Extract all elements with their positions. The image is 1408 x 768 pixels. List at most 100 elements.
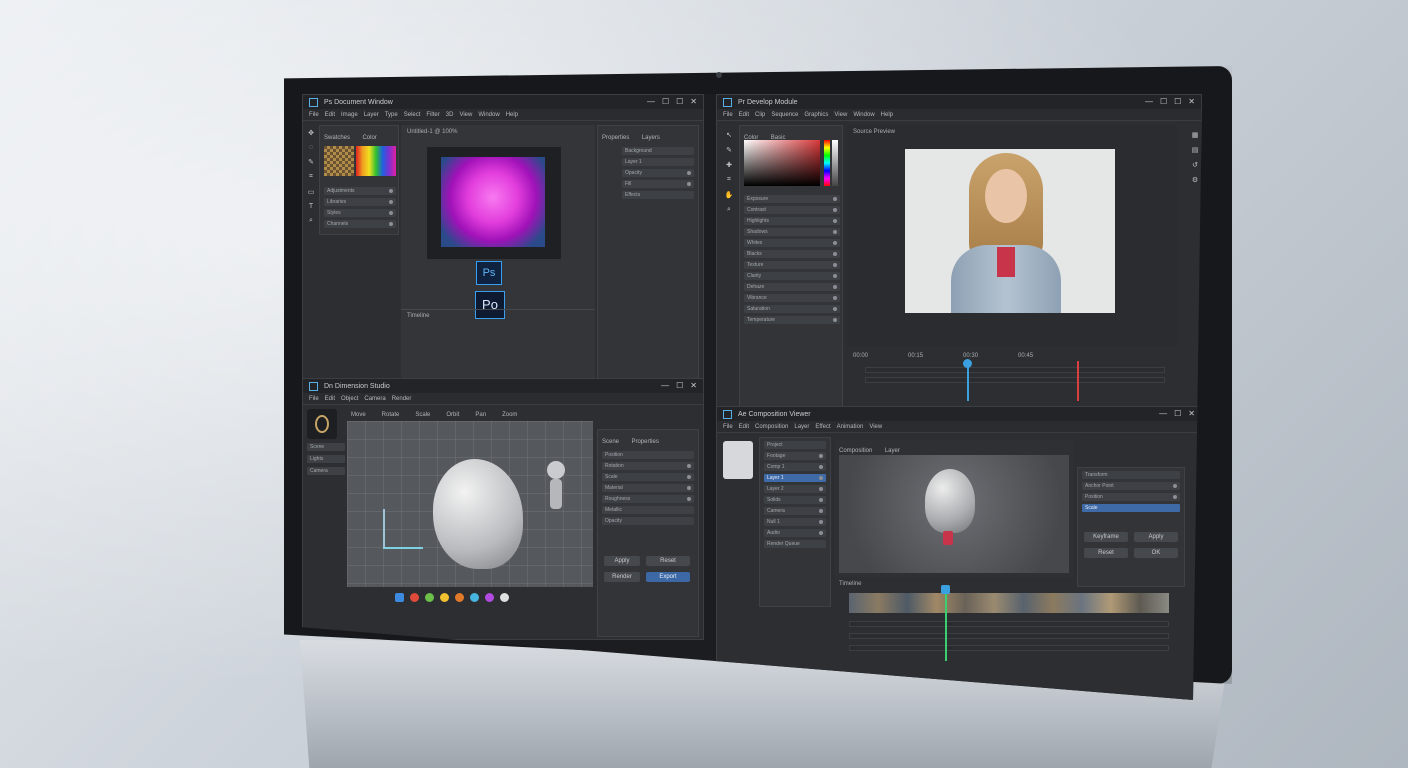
layer-row[interactable]: Fill [622, 180, 694, 188]
export-button[interactable]: Export [646, 572, 690, 582]
menu-view[interactable]: View [869, 424, 882, 430]
zoom-tool-icon[interactable]: ⌕ [309, 217, 313, 225]
tool-scale[interactable]: Scale [415, 412, 430, 418]
effect-row-selected[interactable]: Scale [1082, 504, 1180, 512]
project-item[interactable]: Camera [764, 507, 826, 515]
menu-view[interactable]: View [834, 112, 847, 118]
tool-move[interactable]: Move [351, 412, 366, 418]
brush-tool-icon[interactable]: ✎ [308, 158, 314, 166]
menu-file[interactable]: File [309, 112, 319, 118]
tool-pan[interactable]: Pan [475, 412, 486, 418]
slider-row[interactable]: Blacks [744, 250, 840, 258]
timeline-track[interactable] [865, 367, 1165, 373]
dock-app-icon[interactable] [425, 593, 434, 602]
dock-app-icon[interactable] [440, 593, 449, 602]
tab-properties[interactable]: Properties [631, 439, 658, 445]
list-item[interactable]: Styles [324, 209, 396, 217]
property-row[interactable]: Rotation [602, 462, 694, 470]
tab-composition[interactable]: Composition [839, 448, 872, 454]
menu-animation[interactable]: Animation [837, 424, 864, 430]
maximize-button[interactable]: ☐ [662, 98, 669, 106]
minimize-button[interactable]: — [1145, 98, 1153, 106]
reset-button[interactable]: Reset [646, 556, 690, 566]
layer-row[interactable]: Effects [622, 191, 694, 199]
menu-type[interactable]: Type [385, 112, 398, 118]
apply-button[interactable]: Apply [1134, 532, 1178, 542]
project-item[interactable]: Null 1 [764, 518, 826, 526]
dock-app-icon[interactable] [455, 593, 464, 602]
menu-window[interactable]: Window [478, 112, 499, 118]
minimize-button[interactable]: — [1159, 410, 1167, 418]
project-item[interactable]: Footage [764, 452, 826, 460]
project-item[interactable]: Comp 1 [764, 463, 826, 471]
render-button[interactable]: Render [604, 572, 640, 582]
property-row[interactable]: Opacity [602, 517, 694, 525]
menu-camera[interactable]: Camera [364, 396, 385, 402]
slider-row[interactable]: Shadows [744, 228, 840, 236]
tab-layer[interactable]: Layer [885, 448, 900, 454]
ok-button[interactable]: OK [1134, 548, 1178, 558]
slider-row[interactable]: Exposure [744, 195, 840, 203]
tool-orbit[interactable]: Orbit [446, 412, 459, 418]
menu-file[interactable]: File [723, 424, 733, 430]
brush-tool-icon[interactable]: ✎ [726, 146, 732, 154]
menu-select[interactable]: Select [404, 112, 421, 118]
layer-row[interactable]: Background [622, 147, 694, 155]
effect-row[interactable]: Anchor Point [1082, 482, 1180, 490]
dock-app-icon[interactable] [485, 593, 494, 602]
slider-row[interactable]: Whites [744, 239, 840, 247]
menu-edit[interactable]: Edit [739, 424, 749, 430]
menu-graphics[interactable]: Graphics [804, 112, 828, 118]
slider-row[interactable]: Highlights [744, 217, 840, 225]
slider-row[interactable]: Contrast [744, 206, 840, 214]
menu-sequence[interactable]: Sequence [771, 112, 798, 118]
settings-icon[interactable]: ⚙ [1192, 176, 1198, 184]
menu-filter[interactable]: Filter [426, 112, 439, 118]
tab-scene[interactable]: Scene [602, 439, 619, 445]
slider-row[interactable]: Saturation [744, 305, 840, 313]
dock-app-icon[interactable] [395, 593, 404, 602]
3d-rig-model[interactable] [383, 509, 423, 549]
slider-row[interactable]: Clarity [744, 272, 840, 280]
timeline-track[interactable] [849, 645, 1169, 651]
effect-row[interactable]: Transform [1082, 471, 1180, 479]
select-tool-icon[interactable]: ↖ [726, 131, 732, 139]
3d-viewport[interactable]: Move Rotate Scale Orbit Pan Zoom [347, 412, 593, 587]
project-item[interactable]: Solids [764, 496, 826, 504]
project-item[interactable]: Layer 2 [764, 485, 826, 493]
eraser-tool-icon[interactable]: ▭ [308, 188, 315, 196]
document-tab[interactable]: Untitled-1 @ 100% [407, 129, 457, 135]
crop-tool-icon[interactable]: ⌗ [727, 176, 731, 184]
maximize-button[interactable]: ☐ [1160, 98, 1167, 106]
project-item[interactable]: Project [764, 441, 826, 449]
menu-file[interactable]: File [723, 112, 733, 118]
marker[interactable] [1077, 361, 1079, 401]
layer-row[interactable]: Opacity [622, 169, 694, 177]
menu-3d[interactable]: 3D [446, 112, 454, 118]
alpha-slider[interactable] [832, 140, 838, 186]
menu-window[interactable]: Window [853, 112, 874, 118]
scene-thumbnail[interactable] [307, 409, 337, 439]
minimize-button[interactable]: — [661, 382, 669, 390]
dock-app-icon[interactable] [410, 593, 419, 602]
restore-button[interactable]: ☐ [1174, 98, 1181, 106]
lasso-tool-icon[interactable]: ◌ [309, 144, 313, 151]
grid-icon[interactable]: ▦ [1192, 131, 1199, 139]
menu-edit[interactable]: Edit [325, 396, 335, 402]
menu-clip[interactable]: Clip [755, 112, 765, 118]
slider-row[interactable]: Temperature [744, 316, 840, 324]
project-item[interactable]: Render Queue [764, 540, 826, 548]
menu-edit[interactable]: Edit [739, 112, 749, 118]
project-item[interactable]: Audio [764, 529, 826, 537]
dock-app-icon[interactable] [470, 593, 479, 602]
menu-image[interactable]: Image [341, 112, 358, 118]
hue-slider[interactable] [824, 140, 830, 186]
tool-rotate[interactable]: Rotate [382, 412, 400, 418]
tab-properties[interactable]: Properties [602, 135, 629, 141]
menu-layer[interactable]: Layer [364, 112, 379, 118]
text-tool-icon[interactable]: T [309, 203, 313, 210]
timeline-track[interactable] [865, 377, 1165, 383]
menu-layer[interactable]: Layer [794, 424, 809, 430]
close-button[interactable]: ✕ [690, 382, 697, 390]
heal-tool-icon[interactable]: ✚ [726, 161, 732, 169]
